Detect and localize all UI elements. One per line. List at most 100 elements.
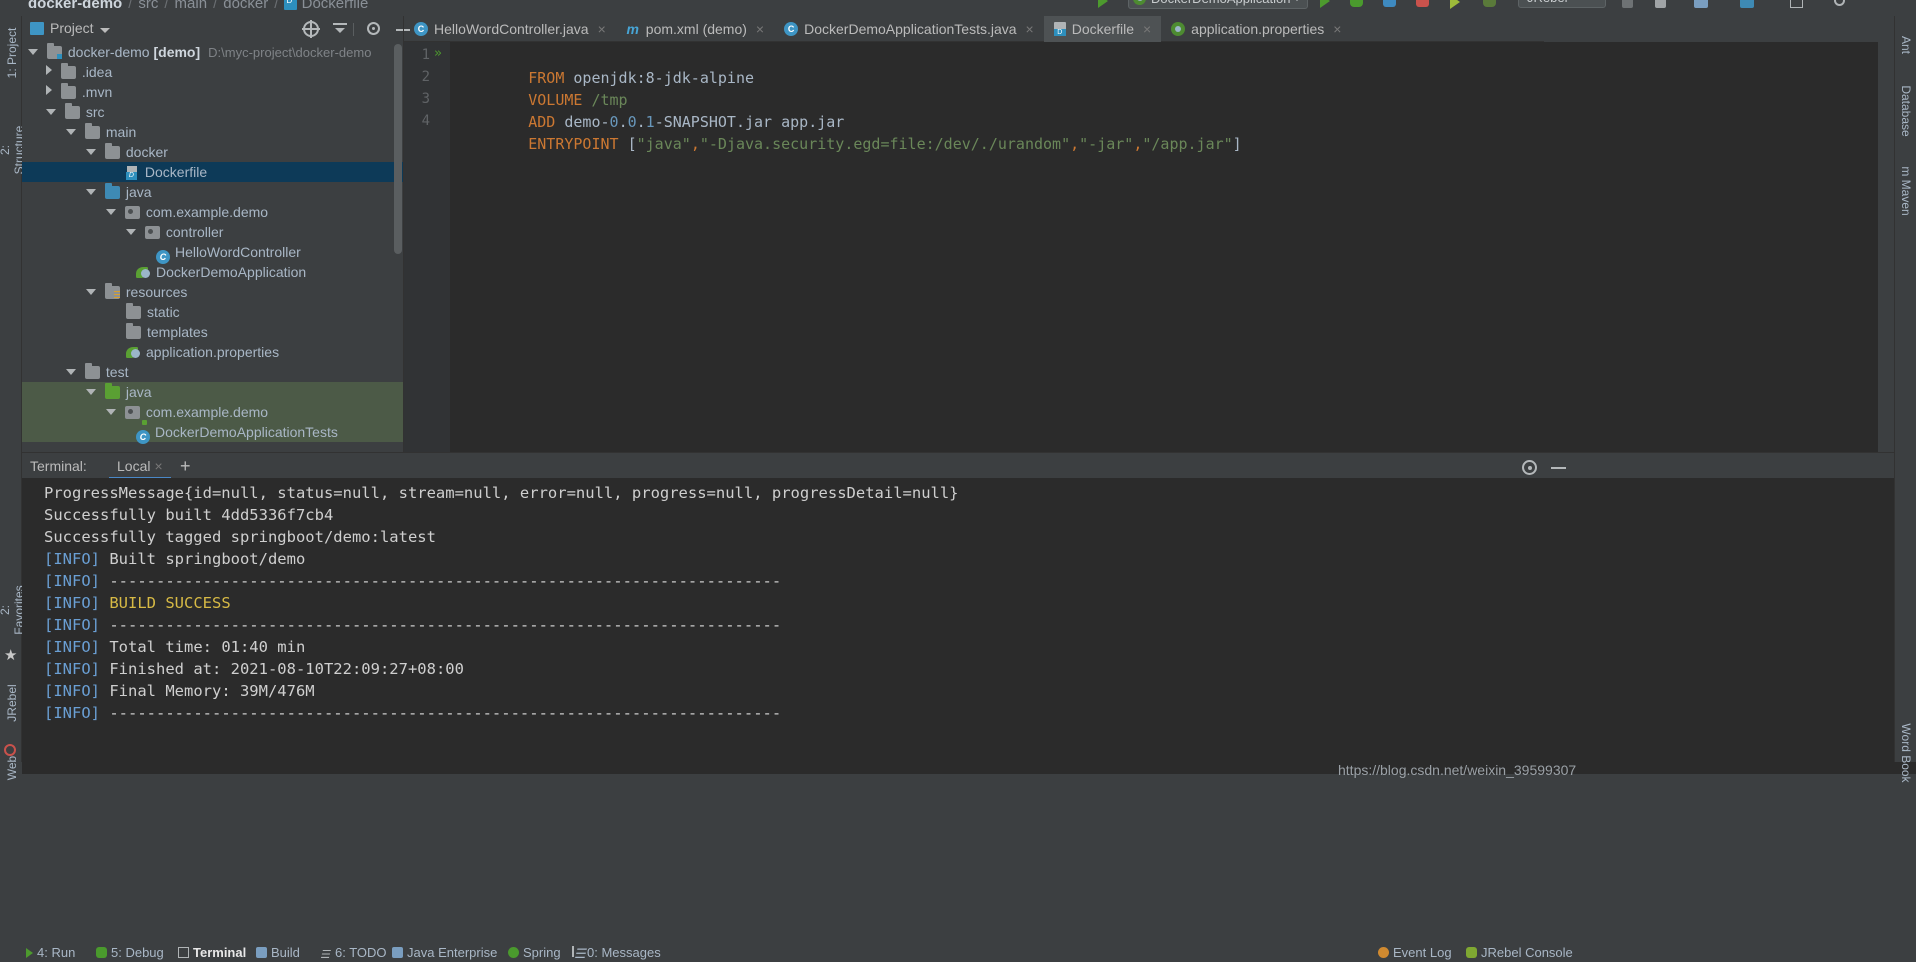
chevron-down-icon[interactable] [106, 409, 116, 415]
tree-row-idea[interactable]: .idea [22, 62, 404, 82]
token-bracket: [ [618, 135, 637, 153]
chevron-down-icon[interactable] [86, 289, 96, 295]
status-todo[interactable]: ☰ 6: TODO [320, 945, 387, 961]
tree-row-application-properties[interactable]: application.properties [22, 342, 404, 362]
status-terminal[interactable]: Terminal [178, 945, 246, 960]
gear-icon[interactable] [367, 22, 380, 35]
chevron-down-icon[interactable] [86, 189, 96, 195]
run-gutter-icon[interactable]: » [434, 46, 442, 61]
terminal-output[interactable]: ProgressMessage{id=null, status=null, st… [22, 478, 1916, 774]
rail-item-database[interactable]: Database [1899, 81, 1913, 141]
sync-icon[interactable] [1740, 0, 1754, 8]
terminal-tab-local[interactable]: Local × [109, 455, 171, 479]
editor-gutter[interactable]: 1 2 3 4 » [404, 42, 450, 452]
tree-scrollbar[interactable] [394, 44, 402, 254]
tree-row-hellowordcontroller[interactable]: C HelloWordController [22, 242, 404, 264]
line-text: ----------------------------------------… [100, 572, 782, 590]
chevron-right-icon[interactable] [46, 65, 52, 75]
tab-dockerfile[interactable]: Dockerfile × [1043, 16, 1162, 42]
rail-item-project[interactable]: 1: Project [5, 23, 19, 83]
tab-dockerdemoapplicationtests[interactable]: C DockerDemoApplicationTests.java × [774, 16, 1044, 42]
close-icon[interactable]: × [154, 458, 162, 474]
run-configuration-selector[interactable]: DockerDemoApplication [1128, 0, 1308, 9]
tab-application-properties[interactable]: application.properties × [1161, 16, 1351, 42]
close-icon[interactable]: × [756, 21, 764, 37]
tree-row-mvn[interactable]: .mvn [22, 82, 404, 102]
run-with-coverage-icon[interactable] [1383, 0, 1396, 7]
tab-pom-xml[interactable]: m pom.xml (demo) × [616, 16, 774, 42]
tab-hellowordcontroller[interactable]: C HelloWordController.java × [404, 16, 616, 42]
chevron-down-icon[interactable] [66, 369, 76, 375]
jrebel-label: JRebel [1527, 0, 1567, 5]
chevron-down-icon[interactable] [126, 229, 136, 235]
chevron-down-icon[interactable] [28, 49, 38, 55]
chevron-down-icon[interactable] [86, 389, 96, 395]
rail-item-jrebel[interactable]: JRebel [5, 673, 19, 733]
package-icon [144, 226, 160, 239]
profile-icon[interactable] [1416, 0, 1429, 7]
info-prefix: [INFO] [44, 660, 100, 678]
gear-icon[interactable] [1522, 460, 1537, 475]
tree-row-package-com-example-demo[interactable]: com.example.demo [22, 202, 404, 222]
jrebel-debug-icon[interactable] [1483, 0, 1496, 7]
status-event-log[interactable]: Event Log [1378, 945, 1452, 960]
tree-row-dockerdemoapplication[interactable]: DockerDemoApplication [22, 262, 404, 282]
close-icon[interactable]: × [1026, 21, 1034, 37]
tree-row-static[interactable]: static [22, 302, 404, 322]
tree-row-src[interactable]: src [22, 102, 404, 122]
source-folder-icon [104, 183, 120, 199]
jrebel-selector[interactable]: JRebel [1518, 0, 1606, 8]
tree-row-docker[interactable]: docker [22, 142, 404, 162]
status-build[interactable]: Build [256, 945, 300, 960]
chevron-down-icon[interactable] [100, 28, 110, 33]
debug-icon[interactable] [1350, 0, 1363, 7]
minimize-icon[interactable] [1551, 467, 1566, 469]
status-java-enterprise[interactable]: Java Enterprise [392, 945, 497, 960]
rail-item-ant[interactable]: Ant [1899, 15, 1913, 75]
status-messages[interactable]: ☰0: Messages [572, 945, 661, 961]
tree-row-templates[interactable]: templates [22, 322, 404, 342]
rail-item-wordbook[interactable]: Word Book [1899, 723, 1913, 783]
close-icon[interactable]: × [1143, 21, 1151, 37]
layout-icon[interactable] [1790, 0, 1803, 8]
status-debug[interactable]: 5: Debug [96, 945, 164, 960]
status-jrebel-console[interactable]: JRebel Console [1466, 945, 1573, 960]
status-spring[interactable]: Spring [508, 945, 561, 960]
token-string: "java" [636, 135, 691, 153]
tree-row-java-test[interactable]: java [22, 382, 404, 402]
chevron-right-icon[interactable] [46, 85, 52, 95]
chevron-down-icon[interactable] [106, 209, 116, 215]
jrebel-run-icon[interactable] [1450, 0, 1460, 9]
run-button-icon[interactable] [1320, 0, 1330, 8]
module-folder-icon [46, 43, 62, 59]
chevron-down-icon[interactable] [46, 109, 56, 115]
tree-label: static [147, 304, 180, 320]
new-terminal-tab-icon[interactable]: + [180, 456, 191, 477]
pause-icon[interactable] [1655, 0, 1666, 8]
collapse-all-icon[interactable] [332, 21, 348, 37]
run-icon[interactable] [1098, 0, 1108, 8]
build-icon[interactable] [1694, 0, 1708, 8]
status-run[interactable]: 4: Run [26, 945, 75, 960]
locate-icon[interactable] [302, 20, 320, 38]
tree-row-dockerdemoapplicationtests[interactable]: C DockerDemoApplicationTests [22, 422, 404, 444]
tree-row-dockerfile[interactable]: Dockerfile [22, 162, 404, 182]
tree-row-java-main[interactable]: java [22, 182, 404, 202]
java-class-icon: C [784, 22, 799, 36]
rail-item-maven[interactable]: m Maven [1899, 161, 1913, 221]
tree-row-test[interactable]: test [22, 362, 404, 382]
tree-row-main[interactable]: main [22, 122, 404, 142]
tree-row-docker-demo[interactable]: docker-demo [demo] D:\myc-project\docker-… [22, 42, 404, 62]
project-tree[interactable]: docker-demo [demo] D:\myc-project\docker-… [22, 42, 404, 452]
tree-label: docker [125, 144, 168, 160]
chevron-down-icon[interactable] [66, 129, 76, 135]
tree-row-resources[interactable]: resources [22, 282, 404, 302]
stop-icon[interactable] [1622, 0, 1633, 8]
code-editor[interactable]: 1 2 3 4 » FROM openjdk:8-jdk-alpine VOLU… [404, 42, 1878, 452]
search-icon[interactable] [1834, 0, 1845, 6]
tree-row-package-controller[interactable]: controller [22, 222, 404, 242]
close-icon[interactable]: × [1333, 21, 1341, 37]
close-icon[interactable]: × [598, 21, 606, 37]
tree-row-test-package[interactable]: com.example.demo [22, 402, 404, 422]
chevron-down-icon[interactable] [86, 149, 96, 155]
